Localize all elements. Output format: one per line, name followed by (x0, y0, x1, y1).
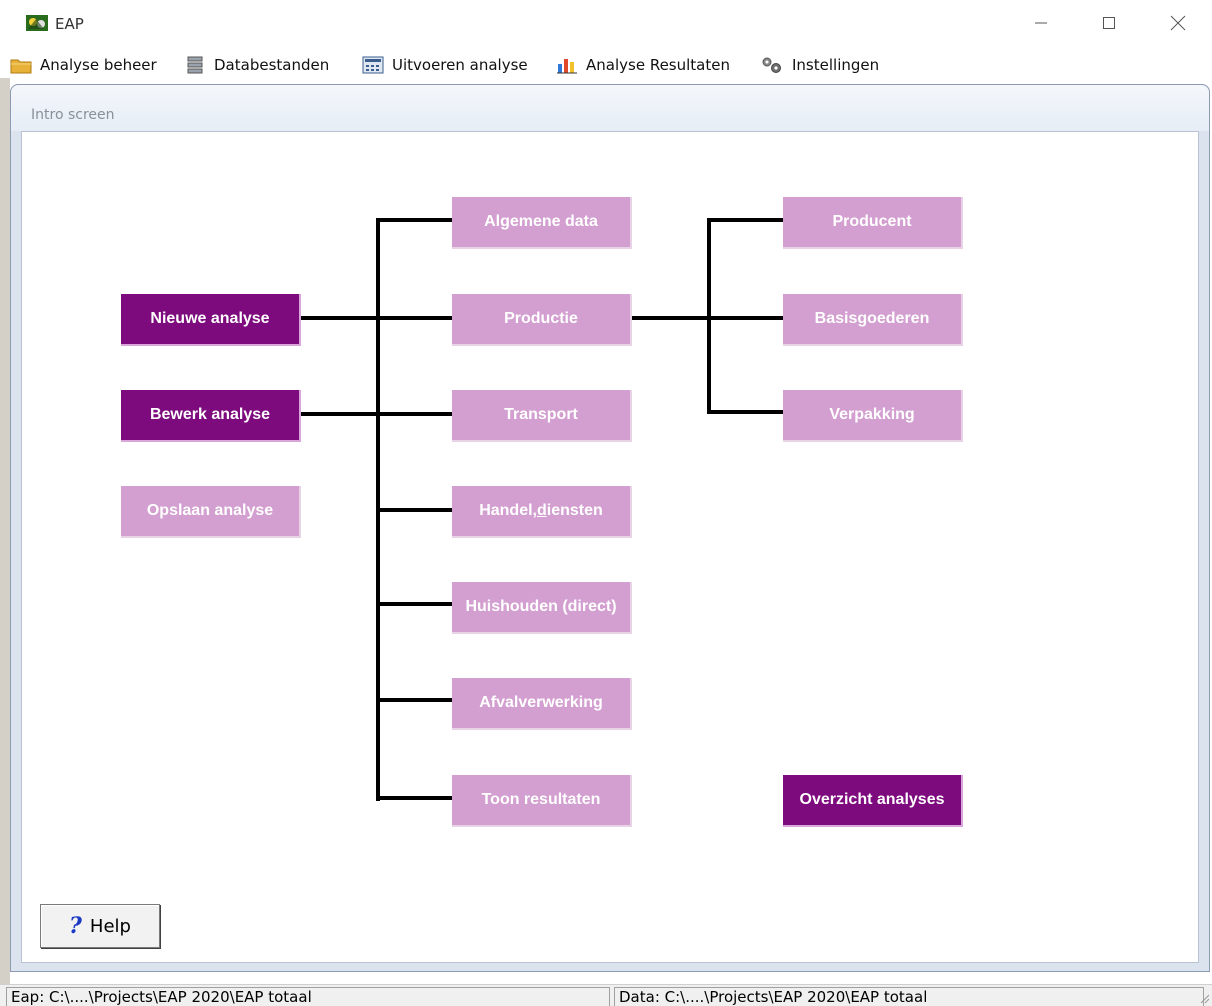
status-bar: Eap: C:\....\Projects\EAP 2020\EAP totaa… (0, 984, 1212, 1006)
status-data-path: Data: C:\....\Projects\EAP 2020\EAP tota… (614, 987, 1204, 1006)
menu-label: Analyse Resultaten (586, 56, 730, 74)
maximize-button[interactable] (1086, 6, 1132, 40)
menu-bar: Analyse beheer Databestanden Uitvoeren a… (0, 52, 1212, 78)
menu-instellingen[interactable]: Instellingen (760, 52, 879, 78)
help-button[interactable]: ? Help (40, 904, 160, 948)
minimize-button[interactable] (1018, 6, 1064, 40)
menu-label: Instellingen (792, 56, 880, 74)
connector-line (376, 698, 452, 702)
help-label: Help (89, 915, 131, 937)
connector-line (632, 316, 783, 320)
menu-databestanden[interactable]: Databestanden (186, 52, 329, 78)
menu-analyse-resultaten[interactable]: Analyse Resultaten (556, 52, 730, 78)
toon-resultaten-button[interactable]: Toon resultaten (452, 775, 632, 827)
window-border (0, 78, 10, 990)
screen-title: Intro screen (31, 107, 115, 123)
connector-line (707, 410, 783, 414)
connector-line (376, 602, 452, 606)
connector-line (300, 316, 452, 320)
bewerk-analyse-button[interactable]: Bewerk analyse (121, 390, 301, 442)
flow-canvas (21, 131, 1199, 963)
bar-chart-icon (557, 59, 577, 74)
status-eap-path: Eap: C:\....\Projects\EAP 2020\EAP totaa… (6, 987, 610, 1006)
calculator-icon (362, 56, 384, 74)
menu-analyse-beheer[interactable]: Analyse beheer (10, 52, 157, 78)
handel-label-key: d (537, 502, 547, 519)
connector-line (300, 412, 452, 416)
app-logo-icon (26, 15, 48, 31)
algemene-data-button[interactable]: Algemene data (452, 197, 632, 249)
productie-button[interactable]: Productie (452, 294, 632, 346)
connector-line (376, 796, 452, 800)
afvalverwerking-button[interactable]: Afvalverwerking (452, 678, 632, 730)
connector-line (376, 508, 452, 512)
question-mark-icon: ? (69, 913, 82, 939)
close-icon (1170, 15, 1186, 31)
huishouden-direct-button[interactable]: Huishouden (direct) (452, 582, 632, 634)
title-bar: EAP (0, 0, 1212, 52)
basisgoederen-button[interactable]: Basisgoederen (783, 294, 963, 346)
minimize-icon (1035, 22, 1047, 24)
verpakking-button[interactable]: Verpakking (783, 390, 963, 442)
window-title: EAP (55, 15, 84, 33)
handel-label-post: iensten (546, 502, 603, 519)
handel-label-pre: Handel, (479, 502, 537, 519)
producent-button[interactable]: Producent (783, 197, 963, 249)
handel-diensten-button[interactable]: Handel, d iensten (452, 486, 632, 538)
inner-window-header: Intro screen (11, 85, 1209, 131)
folder-icon (10, 59, 32, 74)
connector-line (376, 218, 452, 222)
menu-label: Databestanden (214, 56, 330, 74)
overzicht-analyses-button[interactable]: Overzicht analyses (783, 775, 963, 827)
database-icon (187, 56, 203, 74)
maximize-icon (1103, 17, 1115, 29)
close-button[interactable] (1155, 6, 1201, 40)
connector-line (707, 218, 783, 222)
menu-label: Analyse beheer (40, 56, 157, 74)
opslaan-analyse-button[interactable]: Opslaan analyse (121, 486, 301, 538)
menu-uitvoeren-analyse[interactable]: Uitvoeren analyse (362, 52, 528, 78)
resize-grip-icon[interactable] (1198, 992, 1210, 1004)
transport-button[interactable]: Transport (452, 390, 632, 442)
nieuwe-analyse-button[interactable]: Nieuwe analyse (121, 294, 301, 346)
gears-icon (762, 57, 781, 73)
menu-label: Uitvoeren analyse (392, 56, 528, 74)
